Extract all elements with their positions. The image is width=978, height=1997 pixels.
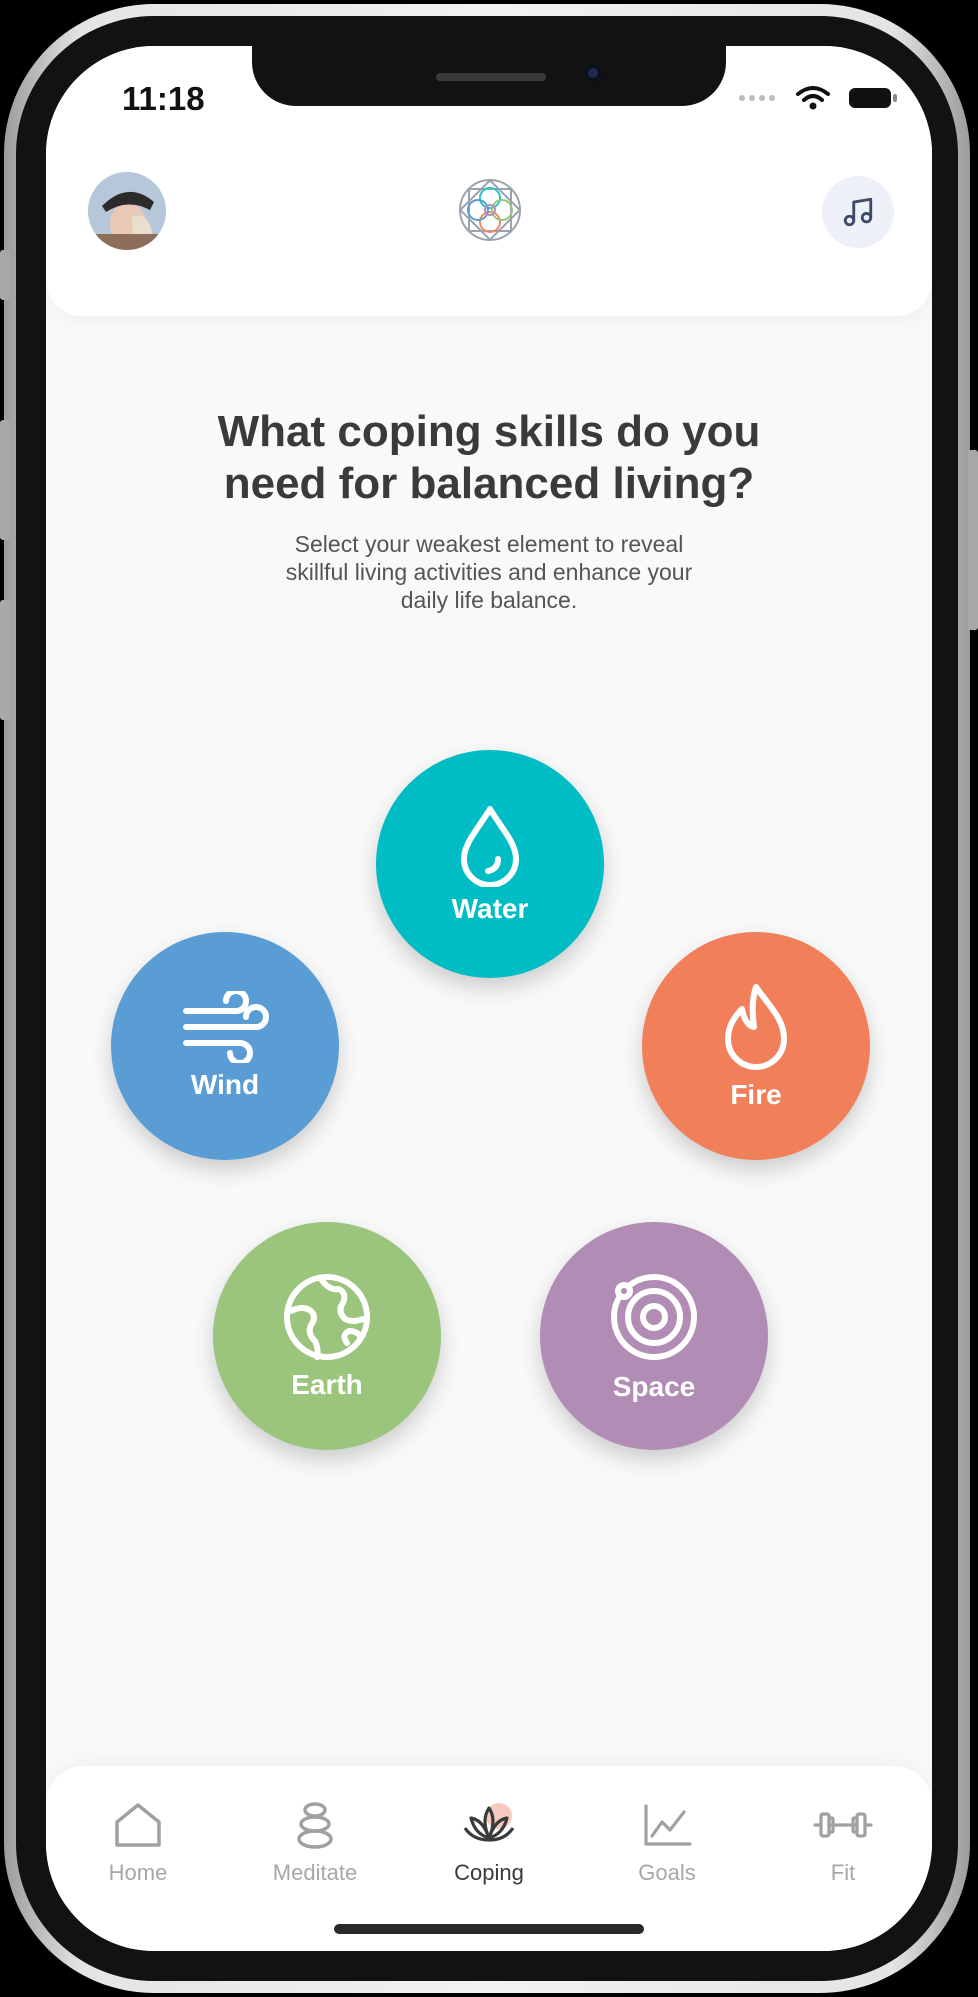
element-label: Earth — [291, 1369, 363, 1400]
side-button — [968, 450, 978, 630]
element-label: Water — [451, 893, 529, 924]
status-icons — [738, 78, 898, 118]
element-earth-button[interactable]: Earth — [213, 1222, 441, 1450]
wind-icon — [183, 991, 269, 1063]
mandala-logo — [450, 170, 530, 250]
dumbbell-icon — [813, 1812, 873, 1838]
tab-label: Goals — [638, 1860, 696, 1885]
element-label: Wind — [190, 1069, 260, 1100]
notch — [252, 46, 726, 106]
screen: 11:18 What coping skills do you need for… — [46, 46, 932, 1951]
page-subtitle: Select your weakest element to reveal sk… — [285, 531, 693, 613]
home-indicator[interactable] — [334, 1924, 644, 1934]
tab-goals[interactable]: Goals — [587, 1800, 747, 1900]
tab-label: Fit — [830, 1860, 856, 1885]
tab-coping[interactable]: Coping — [409, 1800, 569, 1900]
music-note-icon — [843, 197, 873, 227]
signal-icon — [739, 95, 775, 101]
stones-icon — [297, 1802, 333, 1849]
tab-home[interactable]: Home — [58, 1800, 218, 1900]
home-icon — [115, 1803, 161, 1847]
page-title: What coping skills do you need for balan… — [217, 407, 761, 508]
element-label: Space — [612, 1371, 696, 1402]
water-drop-icon — [461, 806, 519, 887]
globe-icon — [284, 1274, 370, 1360]
flame-icon — [725, 984, 787, 1070]
music-button[interactable] — [822, 176, 894, 248]
lotus-icon — [463, 1803, 515, 1842]
tab-label: Coping — [454, 1860, 524, 1885]
user-avatar[interactable] — [88, 172, 166, 250]
element-space-button[interactable]: Space — [540, 1222, 768, 1450]
battery-icon — [849, 88, 897, 108]
element-label: Fire — [730, 1079, 782, 1110]
tab-meditate[interactable]: Meditate — [235, 1800, 395, 1900]
chart-icon — [644, 1804, 692, 1846]
orbit-icon — [611, 1274, 697, 1360]
tab-label: Home — [108, 1860, 168, 1885]
element-water-button[interactable]: Water — [376, 750, 604, 978]
side-button — [0, 600, 10, 720]
speaker — [436, 73, 546, 81]
camera — [584, 64, 602, 82]
element-wind-button[interactable]: Wind — [111, 932, 339, 1160]
wifi-icon — [796, 86, 830, 110]
tab-label: Meditate — [272, 1860, 358, 1885]
status-time: 11:18 — [122, 80, 205, 117]
tab-fit[interactable]: Fit — [763, 1800, 923, 1900]
side-button — [0, 420, 10, 540]
side-button — [0, 250, 10, 300]
element-fire-button[interactable]: Fire — [642, 932, 870, 1160]
